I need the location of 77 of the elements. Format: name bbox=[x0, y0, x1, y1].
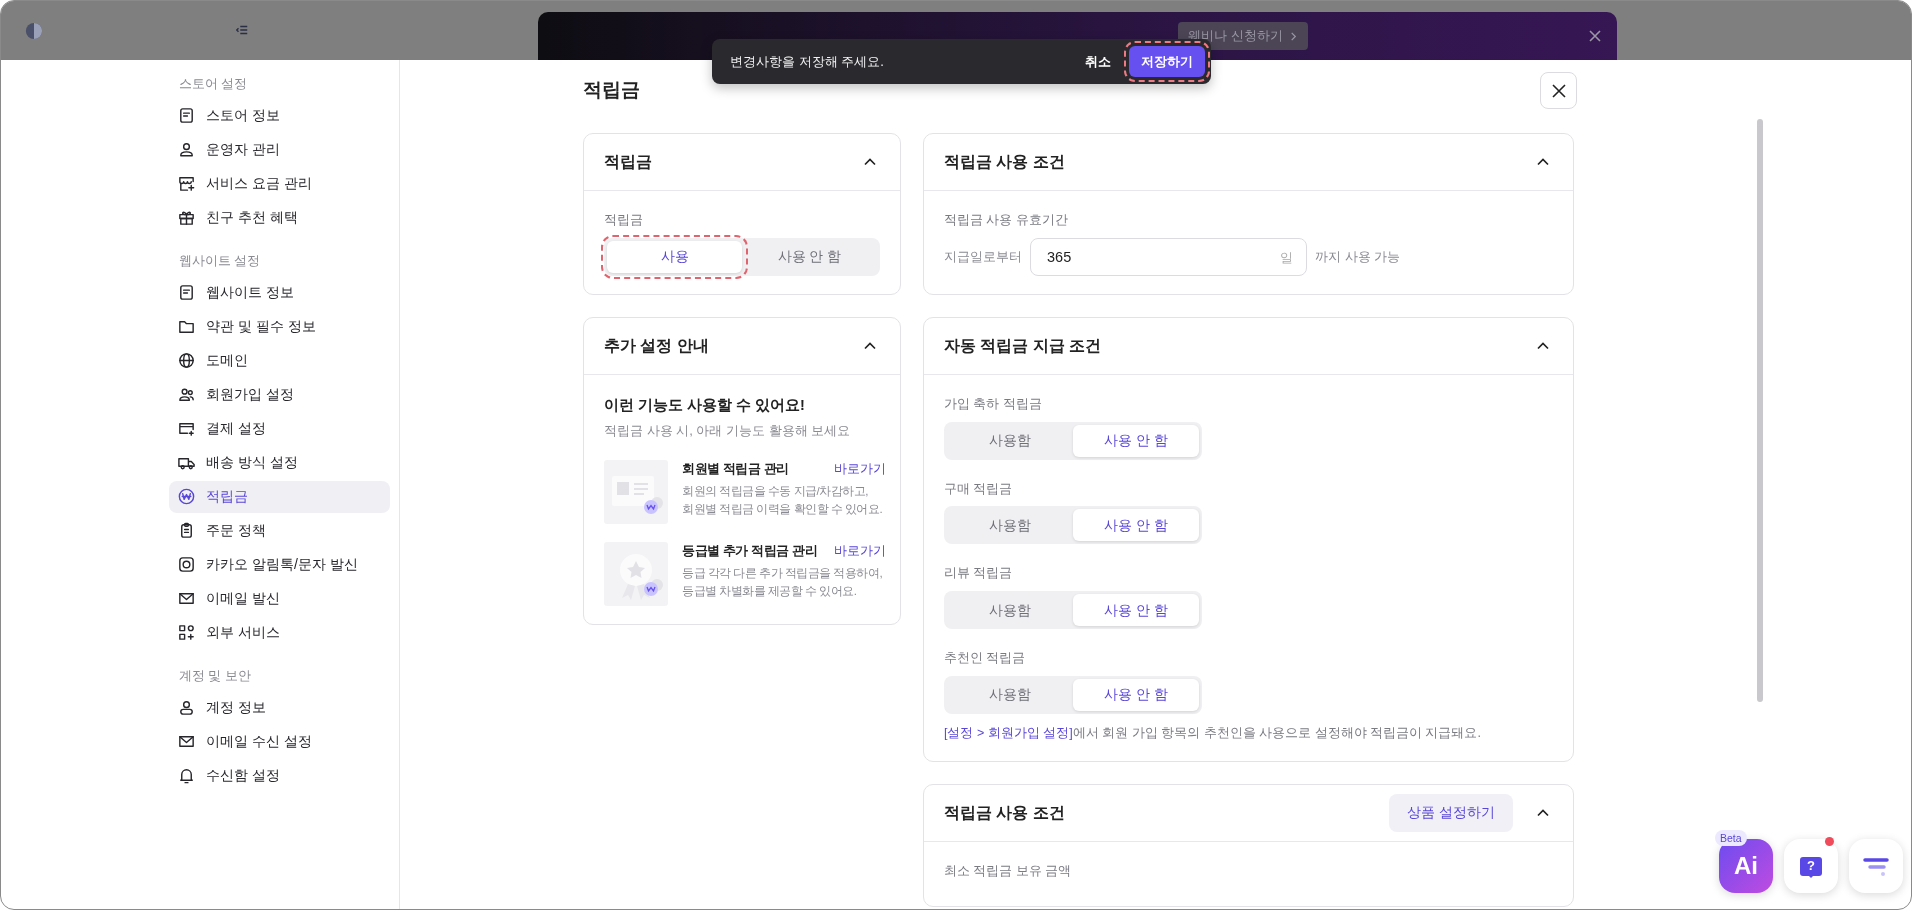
unit-text: 일 bbox=[1280, 248, 1293, 267]
card-title: 적립금 bbox=[604, 152, 652, 172]
sidebar-item[interactable]: 서비스 요금 관리 bbox=[169, 167, 390, 200]
segment-option[interactable]: 사용함 bbox=[947, 424, 1073, 457]
won-icon bbox=[177, 487, 196, 506]
section-title: 웹사이트 설정 bbox=[178, 252, 262, 270]
settings-link[interactable]: [설정 > 회원가입 설정] bbox=[944, 725, 1073, 740]
sidebar-item[interactable]: 약관 및 필수 정보 bbox=[169, 310, 390, 343]
close-button[interactable] bbox=[1540, 72, 1577, 109]
apps-icon bbox=[177, 623, 196, 642]
field-label: 추천인 적립금 bbox=[944, 650, 1027, 667]
document-icon bbox=[177, 106, 196, 126]
section-title: 스토어 설정 bbox=[178, 76, 249, 93]
cancel-button[interactable]: 취소 bbox=[1081, 47, 1115, 76]
sidebar-item[interactable]: 스토어 정보 bbox=[169, 99, 390, 132]
globe-icon bbox=[177, 351, 196, 370]
field-label: 최소 적립금 보유 금액 bbox=[944, 862, 1073, 880]
section-title: 계정 및 보안 bbox=[178, 667, 252, 685]
field-label: 적립금 사용 유효기간 bbox=[944, 212, 1069, 229]
sidebar-item[interactable]: 도메인 bbox=[169, 344, 390, 377]
suffix-text: 까지 사용 가능 bbox=[1315, 248, 1401, 266]
feature-title: 회원별 적립금 관리 bbox=[682, 461, 789, 478]
shortcut-link[interactable]: 바로가기 bbox=[834, 542, 886, 561]
sidebar-item[interactable]: 수신함 설정 bbox=[169, 759, 390, 792]
card-title: 자동 적립금 지급 조건 bbox=[944, 336, 1102, 356]
segment-option[interactable]: 사용 안 함 bbox=[1073, 594, 1199, 626]
segment-option[interactable]: 사용함 bbox=[947, 678, 1073, 711]
logo-icon bbox=[25, 22, 43, 40]
close-button[interactable] bbox=[1587, 28, 1603, 44]
sidebar-item[interactable]: 이메일 수신 설정 bbox=[169, 725, 390, 758]
field-label: 구매 적립금 bbox=[944, 480, 1014, 498]
sidebar-item[interactable]: 주문 정책 bbox=[169, 514, 390, 547]
sidebar-item[interactable]: 배송 방식 설정 bbox=[169, 446, 390, 479]
sidebar-item[interactable]: 회원가입 설정 bbox=[169, 378, 390, 411]
feature-description: 회원의 적립금을 수동 지급/차감하고, 회원별 적립금 이력을 확인할 수 있어요. bbox=[682, 483, 884, 517]
sidebar-item[interactable]: 운영자 관리 bbox=[169, 133, 390, 166]
segment-option[interactable]: 사용 안 함 bbox=[1073, 509, 1199, 542]
storefront-icon bbox=[177, 174, 196, 194]
page-title: 적립금 bbox=[583, 79, 640, 102]
guide-heading: 이런 기능도 사용할 수 있어요! bbox=[604, 395, 806, 415]
sidebar-item[interactable]: 카카오 알림톡/문자 발신 bbox=[169, 548, 390, 581]
sidebar-item[interactable]: 친구 추천 혜택 bbox=[169, 201, 390, 234]
segment-option[interactable]: 사용함 bbox=[947, 509, 1073, 542]
card-title: 적립금 사용 조건 bbox=[944, 152, 1065, 172]
menu-button[interactable] bbox=[1849, 839, 1903, 893]
feature-title: 등급별 추가 적립금 관리 bbox=[682, 543, 818, 560]
toast-message: 변경사항을 저장해 주세요. bbox=[730, 52, 885, 71]
scrollbar[interactable] bbox=[1757, 119, 1763, 702]
segment-option[interactable]: 사용 안 함 bbox=[742, 240, 877, 273]
beta-badge: Beta bbox=[1715, 830, 1747, 846]
field-label: 리뷰 적립금 bbox=[944, 565, 1014, 583]
document-icon bbox=[177, 283, 196, 302]
sidebar-item[interactable]: 적립금 bbox=[169, 480, 390, 513]
card-title: 추가 설정 안내 bbox=[604, 336, 709, 356]
product-settings-button[interactable]: 상품 설정하기 bbox=[1389, 793, 1513, 832]
card-title: 적립금 사용 조건 bbox=[944, 802, 1065, 823]
close-icon bbox=[1550, 82, 1567, 99]
feature-description: 등급 각각 다른 추가 적립금을 적용하여, 등급별 차별화를 제공할 수 있어요. bbox=[682, 565, 884, 599]
sidebar-item[interactable]: 외부 서비스 bbox=[169, 616, 390, 649]
field-label: 적립금 bbox=[604, 212, 644, 229]
sidebar-item[interactable]: 웹사이트 정보 bbox=[169, 276, 390, 309]
field-label: 가입 축하 적립금 bbox=[944, 395, 1043, 413]
sidebar-item[interactable]: 계정 정보 bbox=[169, 691, 390, 724]
segment-option[interactable]: 사용 안 함 bbox=[1073, 424, 1199, 457]
sidebar-toggle-icon[interactable] bbox=[235, 23, 249, 37]
guide-subheading: 적립금 사용 시, 아래 기능도 활용해 보세요 bbox=[604, 421, 852, 440]
prefix-text: 지급일로부터 bbox=[944, 248, 1022, 266]
shortcut-link[interactable]: 바로가기 bbox=[834, 460, 886, 479]
segment-option[interactable]: 사용함 bbox=[947, 594, 1073, 626]
help-button[interactable]: ? bbox=[1784, 839, 1838, 893]
note-text: [설정 > 회원가입 설정]에서 회원 가입 항목의 추천인을 사용으로 설정해야 적립금이 지급돼요. bbox=[944, 724, 1482, 742]
chat-icon bbox=[177, 555, 196, 574]
sidebar-item[interactable]: 이메일 발신 bbox=[169, 582, 390, 615]
chevron-right-icon bbox=[1288, 31, 1298, 41]
segment-option[interactable]: 사용 안 함 bbox=[1073, 678, 1199, 711]
sidebar-item[interactable]: 결제 설정 bbox=[169, 412, 390, 445]
close-icon bbox=[1587, 28, 1603, 44]
